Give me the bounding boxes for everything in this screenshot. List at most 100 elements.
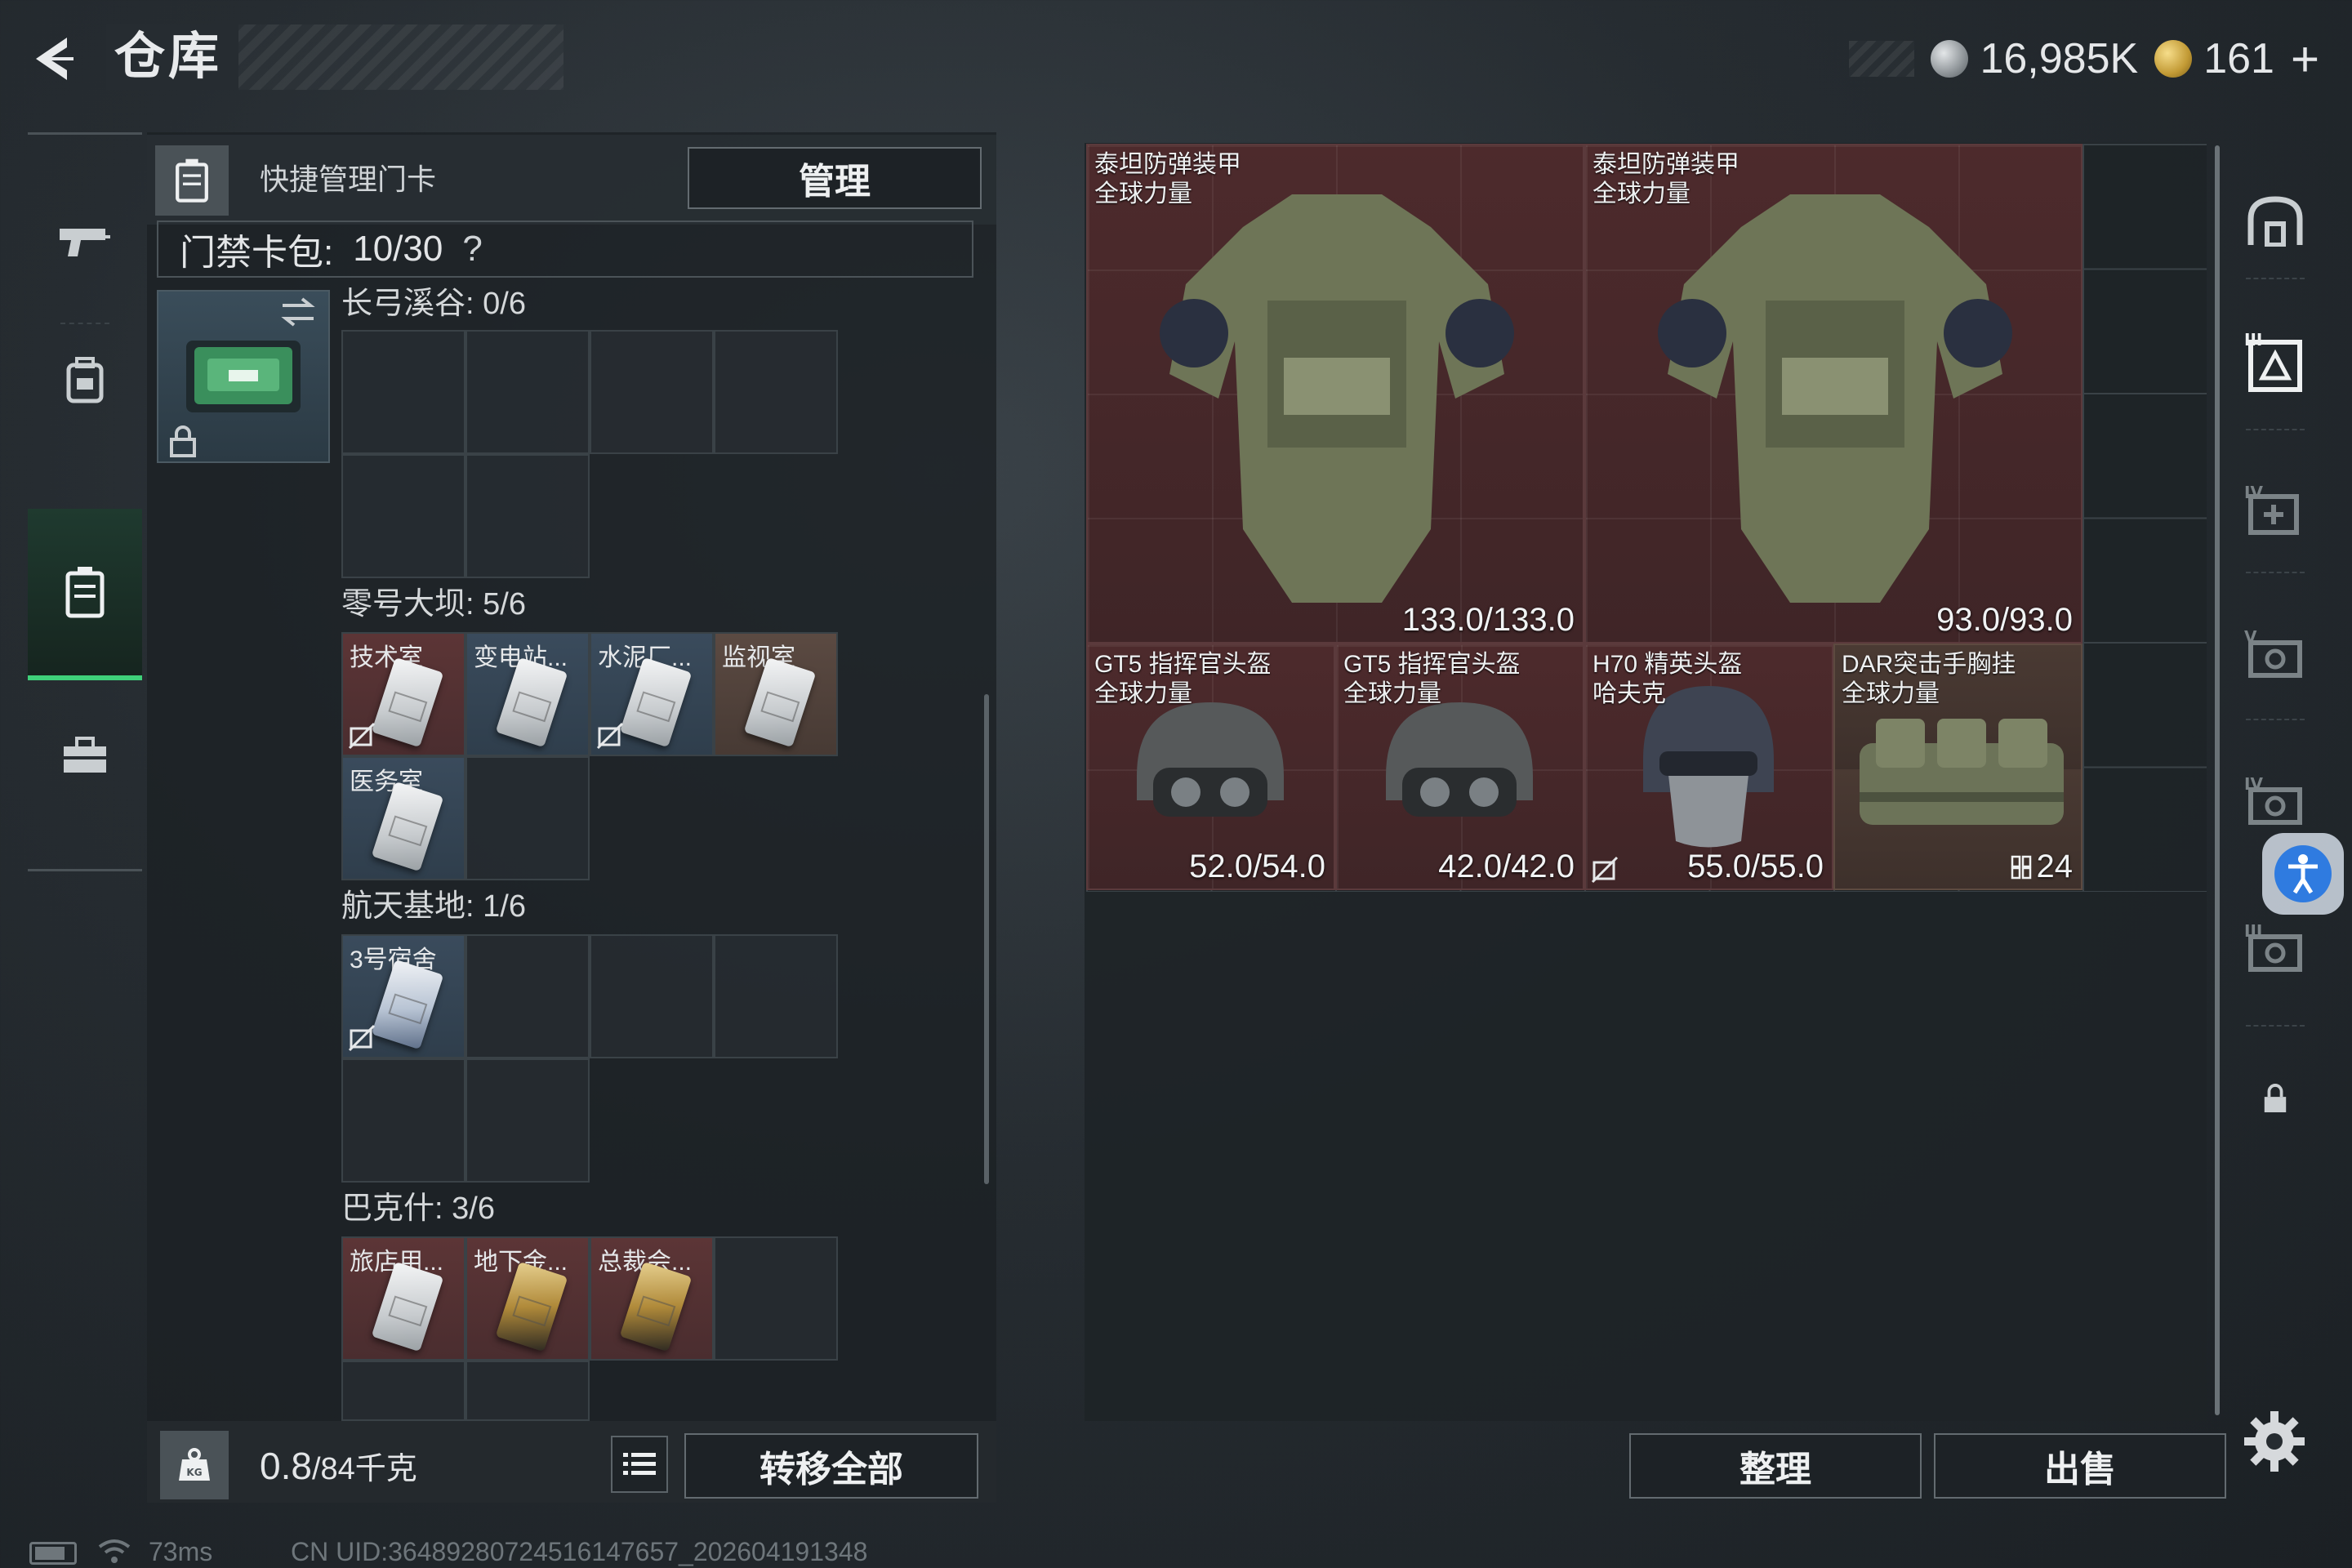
nav-keycards[interactable] [28, 509, 142, 680]
item-name: H70 精英头盔 [1592, 651, 1743, 678]
back-button[interactable] [24, 29, 83, 88]
cardpack-value: 10/30 [353, 229, 443, 269]
weight-readout: 0.8/84千克 [260, 1437, 417, 1498]
help-button[interactable]: ? [462, 229, 482, 270]
empty-slot[interactable] [714, 330, 838, 454]
sort-button[interactable]: 整理 [1629, 1433, 1922, 1499]
stash-item[interactable]: GT5 指挥官头盔 全球力量 52.0/54.0 [1086, 644, 1335, 890]
no-sell-icon [1591, 856, 1619, 884]
no-sell-icon [348, 1024, 376, 1052]
nav-weapons[interactable] [28, 159, 142, 323]
keycard-slot[interactable]: 水泥厂... [590, 632, 714, 756]
body-armor-icon [1160, 194, 1514, 603]
add-currency-button[interactable]: + [2291, 31, 2319, 87]
user-uid: CN UID:3648928072451614765​7_20260419134… [291, 1537, 868, 1566]
item-durability: 93.0/93.0 [1936, 602, 2073, 638]
keycard-slot[interactable]: 总裁会... [590, 1236, 714, 1361]
keycard-slot[interactable]: 变电站... [466, 632, 590, 756]
no-sell-icon [348, 722, 376, 750]
empty-slot[interactable] [466, 454, 590, 578]
svg-text:III: III [2244, 921, 2262, 941]
empty-slot[interactable] [466, 1058, 590, 1183]
page-title: 仓库 [106, 24, 239, 90]
stash-item[interactable]: 泰坦防弹装甲 全球力量 133.0/133.0 [1086, 144, 1584, 644]
empty-slot[interactable] [341, 1058, 466, 1183]
item-faction: 全球力量 [1842, 680, 1940, 707]
item-faction: 哈夫克 [1592, 680, 1666, 707]
armor-tier-4-icon: IV [2244, 483, 2299, 535]
armor-tier-3b-icon: III [2244, 921, 2302, 972]
toolbox-icon [64, 737, 106, 773]
lock-icon [170, 425, 196, 457]
keycard-slot[interactable]: 地下金... [466, 1236, 590, 1361]
sell-button[interactable]: 出售 [1934, 1433, 2226, 1499]
gold-currency-value: 161 [2203, 35, 2274, 82]
accessibility-button[interactable] [2262, 833, 2344, 915]
map-section-label: 巴克什: 3/6 [341, 1192, 495, 1226]
empty-slot[interactable] [714, 934, 838, 1058]
empty-slot[interactable] [466, 330, 590, 454]
empty-slot[interactable] [466, 1361, 590, 1421]
nav-backpack[interactable] [28, 331, 142, 429]
empty-slot[interactable] [714, 1236, 838, 1361]
empty-slot[interactable] [590, 934, 714, 1058]
stash-tab-tier3[interactable]: III [2234, 323, 2316, 404]
stash-home-icon [2247, 196, 2303, 247]
list-view-button[interactable] [611, 1436, 668, 1493]
keycard-case-icon [65, 567, 105, 618]
silver-currency: 16,985K [1931, 34, 2138, 83]
svg-text:IV: IV [2244, 483, 2263, 502]
gear-icon [2244, 1411, 2305, 1472]
item-faction: 全球力量 [1592, 180, 1690, 207]
transfer-all-button[interactable]: 转移全部 [684, 1433, 978, 1499]
left-nav [28, 132, 142, 871]
item-faction: 全球力量 [1094, 180, 1192, 207]
keycard-slot[interactable]: 3号宿舍 [341, 934, 466, 1058]
empty-slot[interactable] [341, 454, 466, 578]
item-name: 泰坦防弹装甲 [1592, 151, 1740, 178]
stash-tab-tier3b[interactable]: III [2234, 906, 2316, 988]
manage-button[interactable]: 管理 [688, 147, 982, 209]
quick-manage-label: 快捷管理门卡 [260, 163, 437, 196]
capacity-grid-icon [2011, 855, 2031, 879]
item-name: GT5 指挥官头盔 [1343, 651, 1521, 678]
item-durability: 55.0/55.0 [1687, 849, 1824, 884]
map-section-label: 零号大坝: 5/6 [341, 587, 526, 621]
item-faction: 全球力量 [1343, 680, 1441, 707]
currency-bar: 16,985K 161 + [1849, 31, 2319, 87]
nav-toolbox[interactable] [28, 698, 142, 813]
stash-item[interactable]: GT5 指挥官头盔 全球力量 42.0/42.0 [1335, 644, 1584, 890]
list-icon [623, 1453, 656, 1475]
settings-button[interactable] [2238, 1405, 2311, 1478]
no-sell-icon [596, 722, 624, 750]
keycard-slot[interactable]: 监视室 [714, 632, 838, 756]
stash-tab-tier4b[interactable]: IV [2234, 760, 2316, 841]
swap-icon[interactable] [278, 294, 318, 330]
stash-tab-home[interactable] [2234, 180, 2316, 261]
map-section-label: 长弓溪谷: 0/6 [341, 287, 526, 321]
stash-tab-tier4[interactable]: IV [2234, 470, 2316, 551]
empty-slot[interactable] [341, 1361, 466, 1421]
empty-slot[interactable] [466, 934, 590, 1058]
empty-slot[interactable] [590, 330, 714, 454]
item-name: GT5 指挥官头盔 [1094, 651, 1272, 678]
backpack-icon [66, 357, 104, 403]
gold-currency[interactable]: 161 + [2154, 31, 2319, 87]
currency-stripe [1849, 41, 1915, 77]
armor-tier-4b-icon: IV [2244, 774, 2302, 825]
keycard-scrollbar[interactable] [984, 694, 989, 1184]
stash-item[interactable]: DAR突击手胸挂 全球力量 24 [1833, 644, 2082, 890]
stash-item[interactable]: 泰坦防弹装甲 全球力量 93.0/93.0 [1584, 144, 2082, 644]
svg-text:KG: KG [186, 1467, 202, 1478]
keycard-slot[interactable]: 技术室 [341, 632, 466, 756]
silver-coin-icon [1931, 40, 1969, 78]
gold-coin-icon [2154, 40, 2193, 78]
stash-tab-tier5[interactable]: V [2234, 612, 2316, 694]
stash-tab-locked[interactable] [2234, 1058, 2316, 1139]
keycard-slot[interactable]: 旅店用... [341, 1236, 466, 1361]
stash-scrollbar[interactable] [2215, 145, 2220, 1415]
empty-slot[interactable] [466, 756, 590, 880]
keycard-slot[interactable]: 医务室 [341, 756, 466, 880]
stash-item[interactable]: H70 精英头盔 哈夫克 55.0/55.0 [1584, 644, 1833, 890]
empty-slot[interactable] [341, 330, 466, 454]
